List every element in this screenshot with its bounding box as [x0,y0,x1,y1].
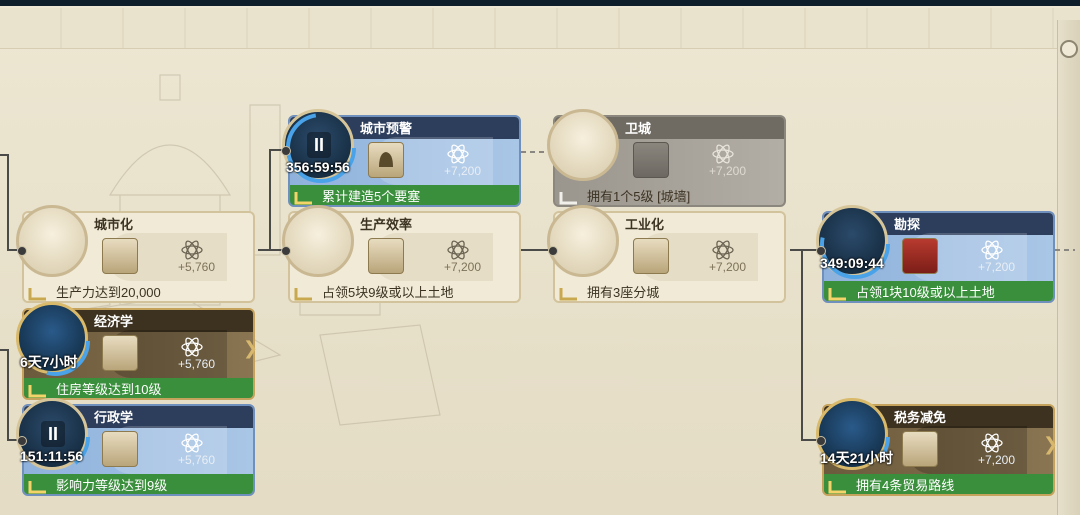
wall-icon [633,142,669,178]
research-reward: +7,200 [443,260,481,274]
atom-icon [181,240,203,260]
research-reward: +5,760 [177,357,215,371]
connector-dot [17,436,27,446]
node-title: 工业化 [625,217,665,232]
tech-node-economics[interactable]: 6天7小时 经济学 +5,760 ❯ 住房等级达到10级 [16,302,259,400]
tech-node-urbanization[interactable]: 城市化 +5,760 生产力达到20,000 [16,205,255,303]
tech-node-exploration[interactable]: 349:09:44 勘探 +7,200 占领1块10级或以上土地 [816,205,1055,303]
connector-dot [281,146,291,156]
bell-icon [368,142,404,178]
node-title: 经济学 [94,314,134,329]
unlock-requirement: 累计建造5个要塞 [322,189,421,204]
tech-node-tax-relief[interactable]: 14天21小时 税务减免 +7,200 ❯ 拥有4条贸易路线 [816,398,1059,496]
tower-icon [633,238,669,274]
node-title: 城市预警 [360,121,413,136]
research-timer: 6天7小时 [20,354,78,370]
research-reward: +7,200 [977,260,1015,274]
tech-node-industrialization[interactable]: 工业化 +7,200 拥有3座分城 [547,205,786,303]
unlock-requirement: 影响力等级达到9级 [56,478,168,493]
building-icon [102,238,138,274]
quill-icon [102,431,138,467]
node-title: 生产效率 [360,217,413,232]
connector-dot [548,246,558,256]
unlock-requirement: 拥有3座分城 [587,285,660,300]
unlock-requirement: 占领1块10级或以上土地 [856,285,995,300]
connector-dot [816,436,826,446]
connector-dot [816,246,826,256]
arrow-icon [559,288,577,301]
atom-icon [447,240,469,260]
node-title: 税务减免 [894,410,947,425]
arrow-icon [559,192,577,205]
tech-node-administration[interactable]: II 151:11:56 行政学 +5,760 影响力等级达到9级 [16,398,255,496]
node-title: 行政学 [94,410,134,425]
unlock-requirement: 住房等级达到10级 [56,382,162,397]
research-timer: 356:59:56 [286,159,350,175]
node-title: 城市化 [94,217,134,232]
coin-icon [102,335,138,371]
research-reward: +7,200 [708,260,746,274]
research-timer: 349:09:44 [820,255,884,271]
connector-dot [281,246,291,256]
research-reward: +7,200 [443,164,481,178]
tower-icon[interactable] [547,109,619,181]
ore-icon [902,238,938,274]
arrow-icon [828,481,846,494]
research-timer: 151:11:56 [20,448,84,464]
research-reward: +7,200 [977,453,1015,467]
arrow-icon [294,192,312,205]
sacks-icon[interactable] [282,205,354,277]
house-icon[interactable] [16,205,88,277]
connector-dot [17,246,27,256]
chevron-right-icon: ❯ [243,338,259,358]
unlock-requirement: 拥有4条贸易路线 [856,478,955,493]
unlock-requirement: 生产力达到20,000 [56,285,161,300]
tech-node-city-guard[interactable]: 卫城 +7,200 拥有1个5级 [城墙] [547,109,786,207]
tech-node-urban-warning[interactable]: II 356:59:56 城市预警 +7,200 累计建造5个要塞 [282,109,521,207]
arrow-icon [294,288,312,301]
arrow-icon [28,385,46,398]
node-title: 勘探 [894,217,921,232]
research-reward: +5,760 [177,260,215,274]
atom-icon [181,433,203,453]
arrow-icon [28,481,46,494]
unlock-requirement: 占领5块9级或以上土地 [322,285,454,300]
unlock-requirement: 拥有1个5级 [城墙] [587,189,691,204]
node-title: 卫城 [625,121,652,136]
research-reward: +5,760 [177,453,215,467]
atom-icon [981,240,1003,260]
gears-icon[interactable] [547,205,619,277]
chevron-right-icon: ❯ [1043,434,1059,454]
atom-icon [181,337,203,357]
atom-icon [981,433,1003,453]
atom-icon [447,144,469,164]
scales-icon [902,431,938,467]
atom-icon [712,144,734,164]
arrow-icon [28,288,46,301]
scroll-icon [368,238,404,274]
atom-icon [712,240,734,260]
research-reward: +7,200 [708,164,746,178]
tech-node-production-efficiency[interactable]: 生产效率 +7,200 占领5块9级或以上土地 [282,205,521,303]
research-timer: 14天21小时 [820,450,894,466]
arrow-icon [828,288,846,301]
